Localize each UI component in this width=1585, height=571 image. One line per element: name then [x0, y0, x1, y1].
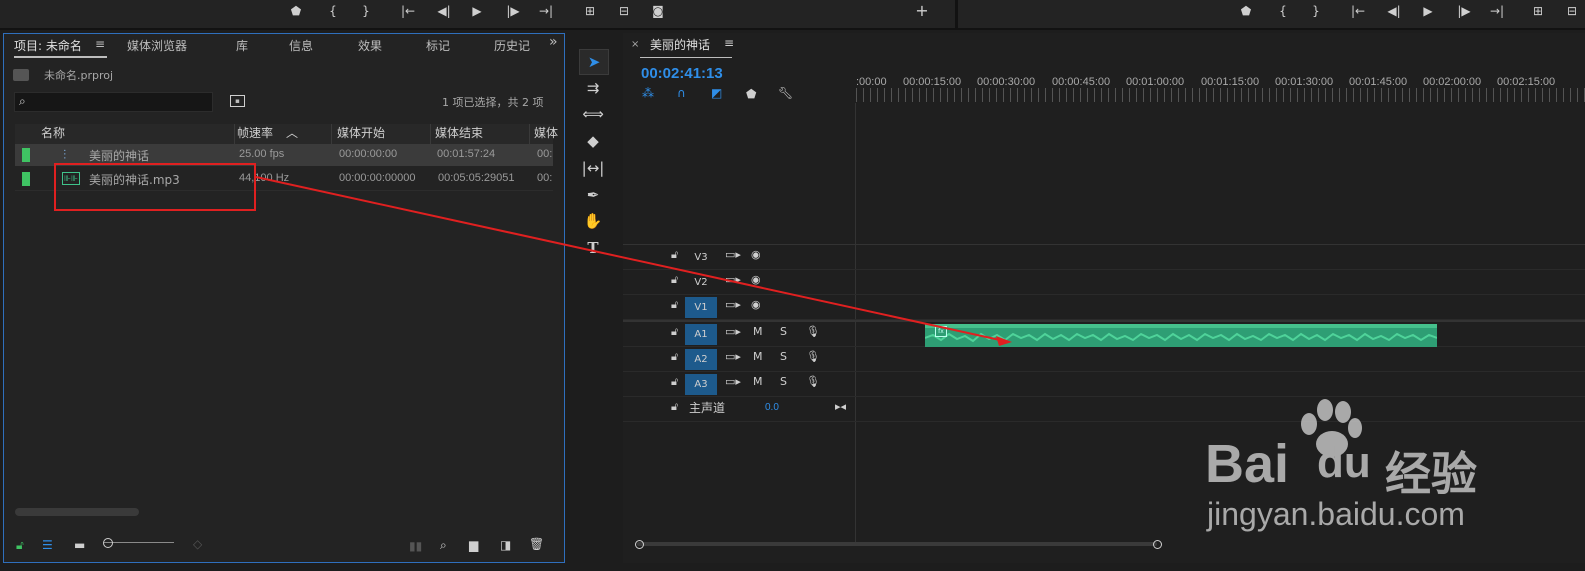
watermark-jingyan: 经验 [1385, 447, 1477, 501]
watermark-brand-du: du [1317, 438, 1371, 487]
watermark-brand: Bai [1205, 434, 1290, 494]
watermark-url: jingyan.baidu.com [1207, 496, 1465, 532]
baidu-watermark: Bai du 经验 jingyan.baidu.com [1195, 398, 1545, 538]
